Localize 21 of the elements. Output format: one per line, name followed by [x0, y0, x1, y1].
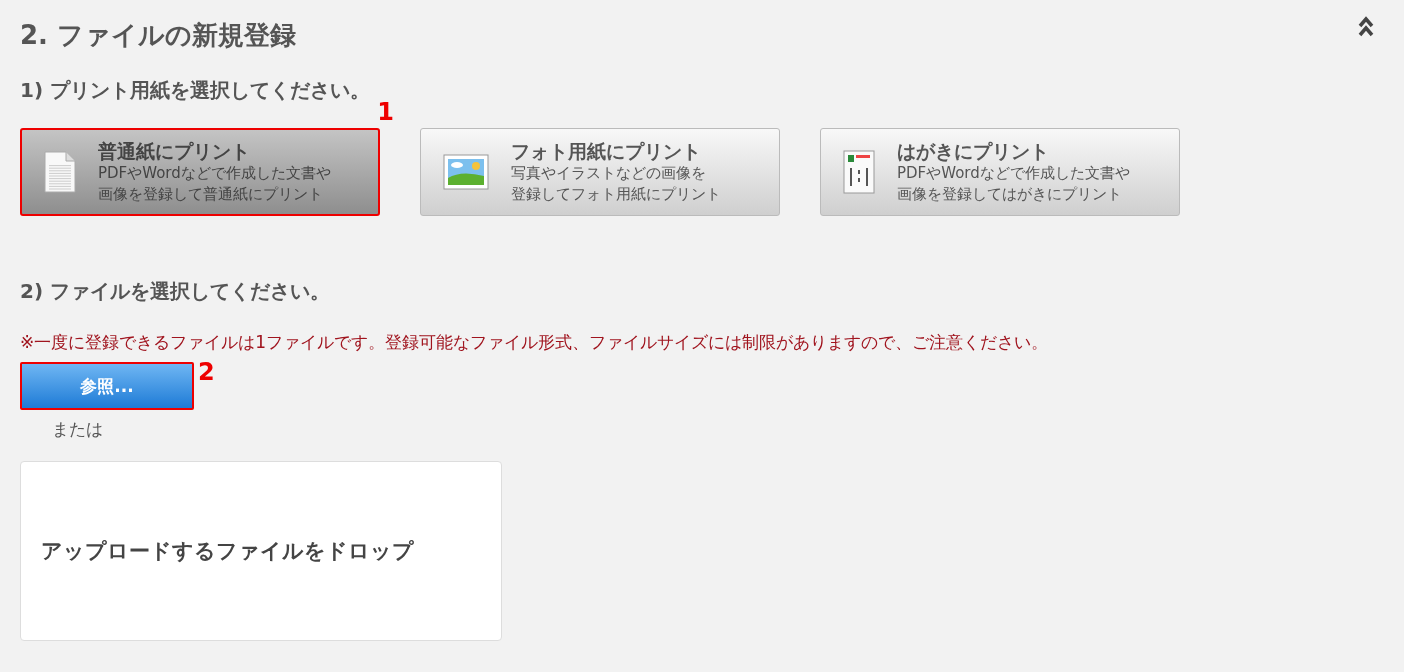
notice-text: ※一度に登録できるファイルは1ファイルです。登録可能なファイル形式、ファイルサイズには制限がありますので、ご注意ください。 [20, 331, 1050, 354]
collapse-icon[interactable] [1358, 16, 1374, 38]
step-heading: 1) プリント用紙を選択してください。 [20, 77, 372, 104]
option-description: PDFやWordなどで作成した文書や [897, 163, 1130, 184]
or-text: または [52, 418, 104, 441]
callout-number: 1 [377, 100, 394, 124]
paper-option-button[interactable]: はがきにプリント PDFやWordなどで作成した文書や 画像を登録してはがきにプリント [820, 128, 1180, 216]
option-description: 登録してフォト用紙にプリント [511, 184, 721, 205]
drop-zone[interactable]: アップロードするファイルをドロップ [20, 461, 502, 641]
option-description: 画像を登録して普通紙にプリント [98, 184, 324, 205]
section-title: 2. ファイルの新規登録 [20, 19, 297, 52]
landscape-image-icon [443, 154, 489, 190]
option-description: PDFやWordなどで作成した文書や [98, 163, 331, 184]
document-icon [44, 151, 76, 193]
step-heading: 2) ファイルを選択してください。 [20, 278, 332, 305]
paper-option-button[interactable]: フォト用紙にプリント 写真やイラストなどの画像を 登録してフォト用紙にプリント [420, 128, 780, 216]
paper-option-button[interactable]: 普通紙にプリント PDFやWordなどで作成した文書や 画像を登録して普通紙にプリント [20, 128, 380, 216]
callout-number: 2 [198, 360, 215, 384]
postcard-icon [843, 150, 875, 194]
option-description: 写真やイラストなどの画像を [511, 163, 707, 184]
option-description: 画像を登録してはがきにプリント [897, 184, 1123, 205]
